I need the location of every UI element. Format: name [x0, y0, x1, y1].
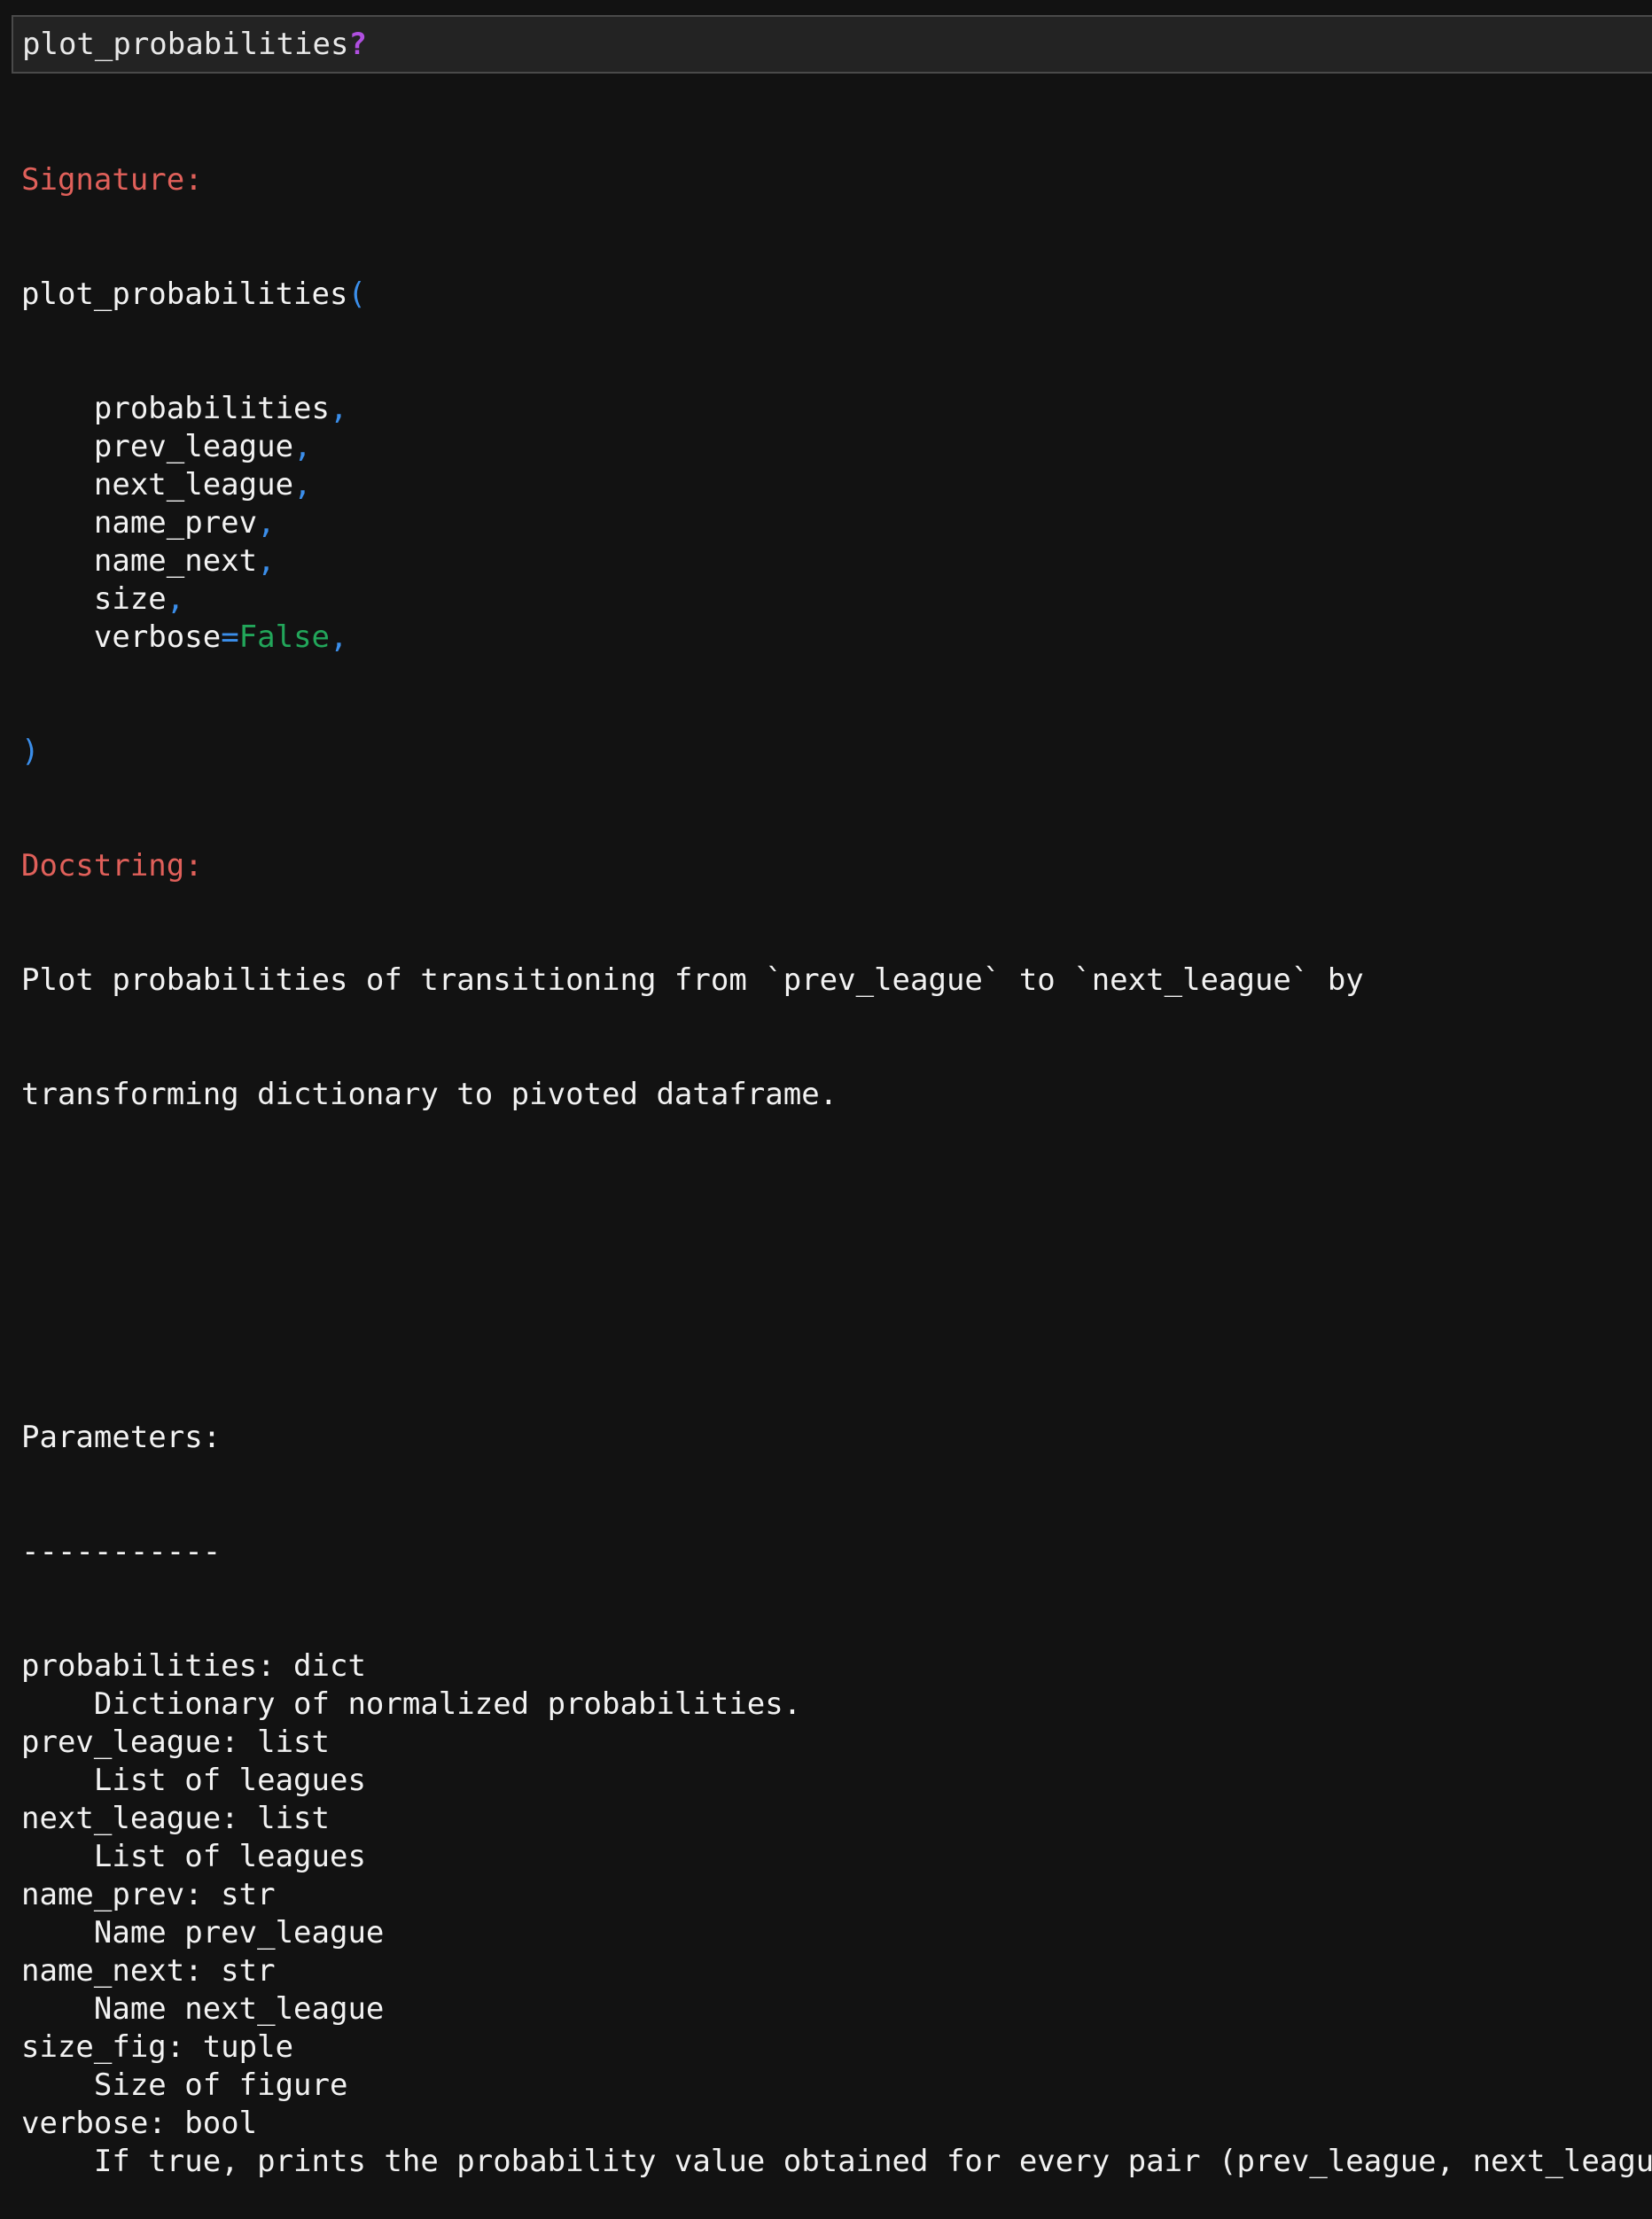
doc-param-desc: Name prev_league: [21, 1915, 385, 1950]
signature-param-line: probabilities,: [21, 390, 1652, 428]
doc-param-decl: next_league: list: [21, 1801, 330, 1836]
signature-param-equals: =: [221, 619, 239, 655]
doc-param-decl: name_next: str: [21, 1953, 276, 1989]
signature-param-name: probabilities: [93, 391, 330, 426]
doc-param-desc: List of leagues: [21, 1839, 366, 1874]
doc-param-decl: size_fig: tuple: [21, 2029, 294, 2065]
parameters-title: Parameters:: [21, 1420, 222, 1455]
doc-param-decl: verbose: bool: [21, 2106, 258, 2141]
doc-param-desc: If true, prints the probability value ob…: [21, 2144, 1652, 2179]
signature-param-comma: ,: [293, 429, 312, 464]
docstring-params: probabilities: dict Dictionary of normal…: [21, 1647, 1652, 2181]
signature-param-name: prev_league: [93, 429, 294, 464]
code-input-cell[interactable]: plot_probabilities?: [12, 15, 1652, 74]
code-input-line[interactable]: plot_probabilities?: [22, 26, 367, 63]
doc-param-desc: Dictionary of normalized probabilities.: [21, 1686, 802, 1722]
signature-param-line: name_prev,: [21, 504, 1652, 542]
help-operator: ?: [348, 27, 367, 62]
signature-param-comma: ,: [166, 581, 185, 617]
signature-params: probabilities, prev_league, next_league,…: [21, 390, 1652, 657]
signature-header: Signature:: [21, 162, 203, 198]
doc-param-decl: name_prev: str: [21, 1877, 276, 1912]
docstring-summary-line-2: transforming dictionary to pivoted dataf…: [21, 1077, 838, 1112]
function-name: plot_probabilities: [21, 276, 348, 312]
doc-param-decl: probabilities: dict: [21, 1648, 366, 1684]
close-paren: ): [21, 734, 40, 769]
signature-param-line: next_league,: [21, 466, 1652, 504]
signature-param-name: verbose: [93, 619, 222, 655]
signature-param-line: name_next,: [21, 542, 1652, 580]
signature-param-name: name_prev: [93, 505, 258, 541]
docstring-summary-line-1: Plot probabilities of transitioning from…: [21, 962, 1364, 998]
signature-param-line: size,: [21, 580, 1652, 619]
open-paren: (: [347, 276, 366, 312]
doc-param-desc: Name next_league: [21, 1991, 385, 2027]
signature-param-line: prev_league,: [21, 428, 1652, 466]
signature-param-comma: ,: [330, 619, 348, 655]
signature-param-name: next_league: [93, 467, 294, 502]
parameters-underline: -----------: [21, 1534, 222, 1569]
signature-param-name: size: [93, 581, 167, 617]
docstring-header: Docstring:: [21, 848, 203, 884]
signature-param-name: name_next: [93, 543, 258, 579]
signature-param-comma: ,: [257, 543, 276, 579]
input-code: plot_probabilities: [22, 27, 349, 62]
help-output: Signature: plot_probabilities( probabili…: [21, 85, 1652, 2219]
doc-param-desc: Size of figure: [21, 2067, 348, 2103]
signature-param-comma: ,: [330, 391, 348, 426]
signature-param-comma: ,: [293, 467, 312, 502]
signature-param-default: False: [238, 619, 331, 655]
signature-param-line: verbose=False,: [21, 619, 1652, 657]
signature-open-line: plot_probabilities(: [21, 276, 1652, 314]
doc-param-decl: prev_league: list: [21, 1725, 330, 1760]
doc-param-desc: List of leagues: [21, 1763, 366, 1798]
signature-param-comma: ,: [257, 505, 276, 541]
